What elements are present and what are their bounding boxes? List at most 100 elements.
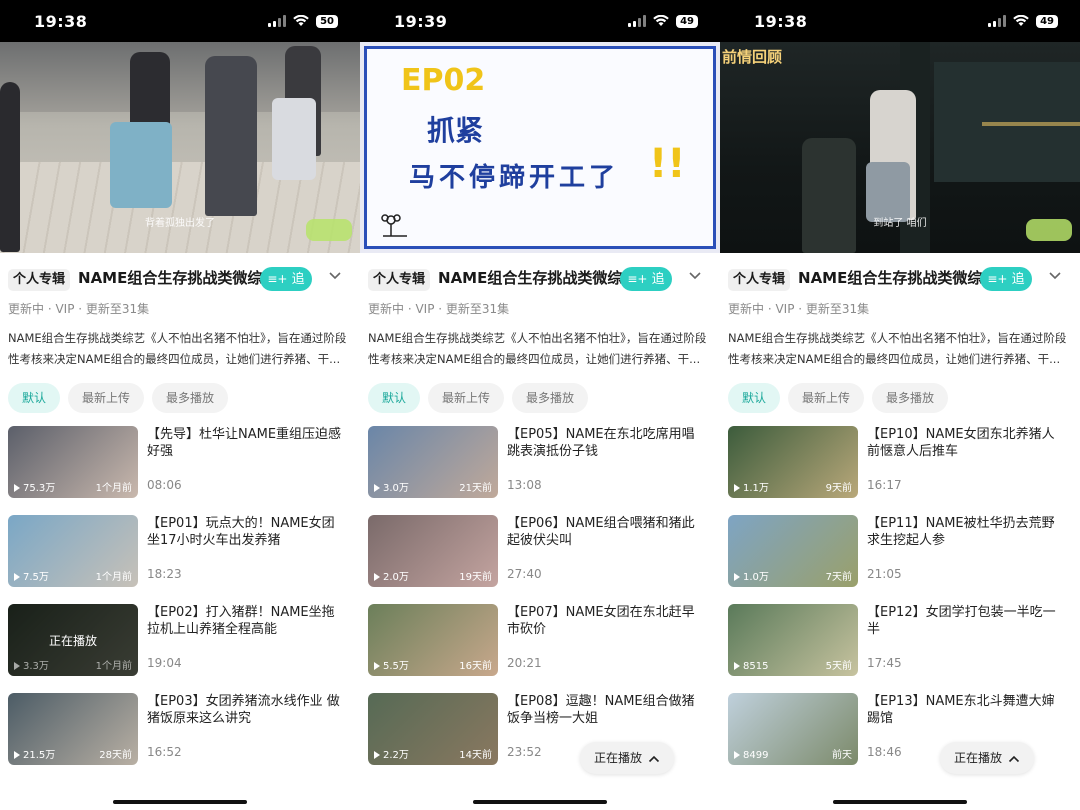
- episode-list: 75.3万 1个月前 【先导】杜华让NAME重组压迫感好强 08:06 7.5万…: [0, 426, 360, 782]
- sort-newest[interactable]: 最新上传: [788, 383, 865, 413]
- list-item[interactable]: 1.1万 9天前 【EP10】NAME女团东北养猪人前惬意人后推车 16:17: [728, 426, 1072, 515]
- wifi-icon: [653, 15, 669, 26]
- episode-duration: 16:17: [867, 478, 902, 492]
- album-meta: 更新中 · VIP · 更新至31集: [728, 302, 870, 316]
- episode-thumbnail[interactable]: 21.5万 28天前: [8, 693, 138, 765]
- chevron-down-icon[interactable]: [1048, 269, 1062, 283]
- battery-icon: 49: [1036, 14, 1058, 28]
- title-card-episode: EP02: [401, 63, 486, 98]
- sort-default[interactable]: 默认: [8, 383, 61, 413]
- episode-duration: 18:23: [147, 567, 182, 581]
- chevron-down-icon[interactable]: [688, 269, 702, 283]
- episode-title: 【EP03】女团养猪流水线作业 做猪饭原来这么讲究: [147, 694, 340, 726]
- album-description[interactable]: NAME组合生存挑战类综艺《人不怕出名猪不怕壮》，旨在通过阶段性考核来决定NAM…: [728, 328, 1072, 370]
- episode-thumbnail[interactable]: 5.5万 16天前: [368, 604, 498, 676]
- sort-default[interactable]: 默认: [728, 383, 781, 413]
- episode-thumbnail[interactable]: 75.3万 1个月前: [8, 426, 138, 498]
- list-item[interactable]: 8515 5天前 【EP12】女团学打包装一半吃一半 17:45: [728, 604, 1072, 693]
- episode-duration: 08:06: [147, 478, 182, 492]
- list-item[interactable]: 2.0万 19天前 【EP06】NAME组合喂猪和猪此起彼伏尖叫 27:40: [368, 515, 712, 604]
- episode-duration: 20:21: [507, 656, 542, 670]
- chevron-down-icon[interactable]: [328, 269, 342, 283]
- list-item[interactable]: 75.3万 1个月前 【先导】杜华让NAME重组压迫感好强 08:06: [8, 426, 352, 515]
- episode-title-card: EP02 抓紧 马不停蹄开工了 !!: [364, 46, 716, 249]
- list-item[interactable]: 7.5万 1个月前 【EP01】玩点大的！NAME女团坐17小时火车出发养猪 1…: [8, 515, 352, 604]
- phone-screen-1: 19:38 50 背着孤独出发了 个人专辑NAME组合生存挑战类微综 ≡+ 追: [0, 0, 360, 810]
- play-icon: [374, 484, 380, 492]
- list-item[interactable]: 5.5万 16天前 【EP07】NAME女团在东北赶早市砍价 20:21: [368, 604, 712, 693]
- episode-title: 【EP01】玩点大的！NAME女团坐17小时火车出发养猪: [147, 516, 335, 548]
- battery-icon: 50: [316, 14, 338, 28]
- episode-duration: 27:40: [507, 567, 542, 581]
- sort-most-played[interactable]: 最多播放: [152, 383, 229, 413]
- sort-most-played[interactable]: 最多播放: [512, 383, 589, 413]
- episode-thumbnail[interactable]: 2.0万 19天前: [368, 515, 498, 587]
- episode-thumbnail[interactable]: 8499 前天: [728, 693, 858, 765]
- episode-thumbnail[interactable]: 7.5万 1个月前: [8, 515, 138, 587]
- follow-button[interactable]: ≡+ 追: [260, 267, 312, 291]
- sort-most-played[interactable]: 最多播放: [872, 383, 949, 413]
- signal-icon: [988, 15, 1007, 27]
- list-item[interactable]: 1.0万 7天前 【EP11】NAME被杜华扔去荒野求生挖起人参 21:05: [728, 515, 1072, 604]
- play-icon: [374, 573, 380, 581]
- album-meta: 更新中 · VIP · 更新至31集: [368, 302, 510, 316]
- episode-thumbnail[interactable]: 8515 5天前: [728, 604, 858, 676]
- sort-newest[interactable]: 最新上传: [428, 383, 505, 413]
- wifi-icon: [293, 15, 309, 26]
- episode-thumbnail[interactable]: 1.1万 9天前: [728, 426, 858, 498]
- list-item[interactable]: 21.5万 28天前 【EP03】女团养猪流水线作业 做猪饭原来这么讲究 16:…: [8, 693, 352, 782]
- now-playing-label: 正在播放: [48, 634, 97, 648]
- episode-thumbnail[interactable]: 2.2万 14天前: [368, 693, 498, 765]
- list-item[interactable]: 3.0万 21天前 【EP05】NAME在东北吃席用唱跳表演抵份子钱 13:08: [368, 426, 712, 515]
- list-item[interactable]: 正在播放 3.3万 1个月前 【EP02】打入猪群！NAME坐拖拉机上山养猪全程…: [8, 604, 352, 693]
- episode-duration: 18:46: [867, 745, 902, 759]
- play-icon: [734, 751, 740, 759]
- album-description[interactable]: NAME组合生存挑战类综艺《人不怕出名猪不怕壮》，旨在通过阶段性考核来决定NAM…: [8, 328, 352, 370]
- episode-duration: 23:52: [507, 745, 542, 759]
- sort-tabs: 默认 最新上传 最多播放: [0, 383, 360, 413]
- episode-duration: 19:04: [147, 656, 182, 670]
- episode-title: 【EP07】NAME女团在东北赶早市砍价: [507, 605, 695, 637]
- now-playing-button[interactable]: 正在播放: [939, 742, 1034, 774]
- play-icon: [14, 484, 20, 492]
- video-player[interactable]: 背着孤独出发了: [0, 42, 360, 253]
- episode-title: 【EP08】逗趣！NAME组合做猪饭争当榜一大姐: [507, 694, 695, 726]
- album-description[interactable]: NAME组合生存挑战类综艺《人不怕出名猪不怕壮》，旨在通过阶段性考核来决定NAM…: [368, 328, 712, 370]
- sort-default[interactable]: 默认: [368, 383, 421, 413]
- chevron-up-icon: [1008, 755, 1020, 762]
- home-indicator[interactable]: [833, 800, 967, 804]
- play-icon: [734, 573, 740, 581]
- home-indicator[interactable]: [473, 800, 607, 804]
- episode-list: 3.0万 21天前 【EP05】NAME在东北吃席用唱跳表演抵份子钱 13:08…: [360, 426, 720, 782]
- status-time: 19:38: [34, 11, 88, 31]
- album-tag: 个人专辑: [368, 269, 431, 291]
- signal-icon: [268, 15, 287, 27]
- flower-doodle-icon: [381, 214, 407, 237]
- play-icon: [14, 662, 20, 670]
- show-logo: [306, 219, 352, 241]
- phone-screen-3: 19:38 49 前情回顾 到站了 咱们 个人专辑 NAME组合生存挑战类微综 ≡…: [720, 0, 1080, 810]
- sort-newest[interactable]: 最新上传: [68, 383, 145, 413]
- recap-brand: 前情回顾: [722, 48, 783, 66]
- episode-list: 1.1万 9天前 【EP10】NAME女团东北养猪人前惬意人后推车 16:17 …: [720, 426, 1080, 782]
- play-icon: [14, 751, 20, 759]
- battery-icon: 49: [676, 14, 698, 28]
- episode-thumbnail[interactable]: 1.0万 7天前: [728, 515, 858, 587]
- signal-icon: [628, 15, 647, 27]
- video-player[interactable]: EP02 抓紧 马不停蹄开工了 !!: [360, 42, 720, 253]
- follow-button[interactable]: ≡+ 追: [980, 267, 1032, 291]
- episode-thumbnail[interactable]: 正在播放 3.3万 1个月前: [8, 604, 138, 676]
- now-playing-button[interactable]: 正在播放: [579, 742, 674, 774]
- follow-button[interactable]: ≡+ 追: [620, 267, 672, 291]
- video-player[interactable]: 前情回顾 到站了 咱们: [720, 42, 1080, 253]
- episode-thumbnail[interactable]: 3.0万 21天前: [368, 426, 498, 498]
- home-indicator[interactable]: [113, 800, 247, 804]
- album-info: 个人专辑 NAME组合生存挑战类微综 ≡+ 追 更新中 · VIP · 更新至31…: [360, 253, 720, 370]
- play-icon: [374, 751, 380, 759]
- episode-title: 【EP06】NAME组合喂猪和猪此起彼伏尖叫: [507, 516, 695, 548]
- play-icon: [734, 662, 740, 670]
- show-logo: [1026, 219, 1072, 241]
- episode-title: 【先导】杜华让NAME重组压迫感好强: [147, 427, 342, 459]
- episode-duration: 13:08: [507, 478, 542, 492]
- title-card-line-2: 马不停蹄开工了: [409, 163, 620, 193]
